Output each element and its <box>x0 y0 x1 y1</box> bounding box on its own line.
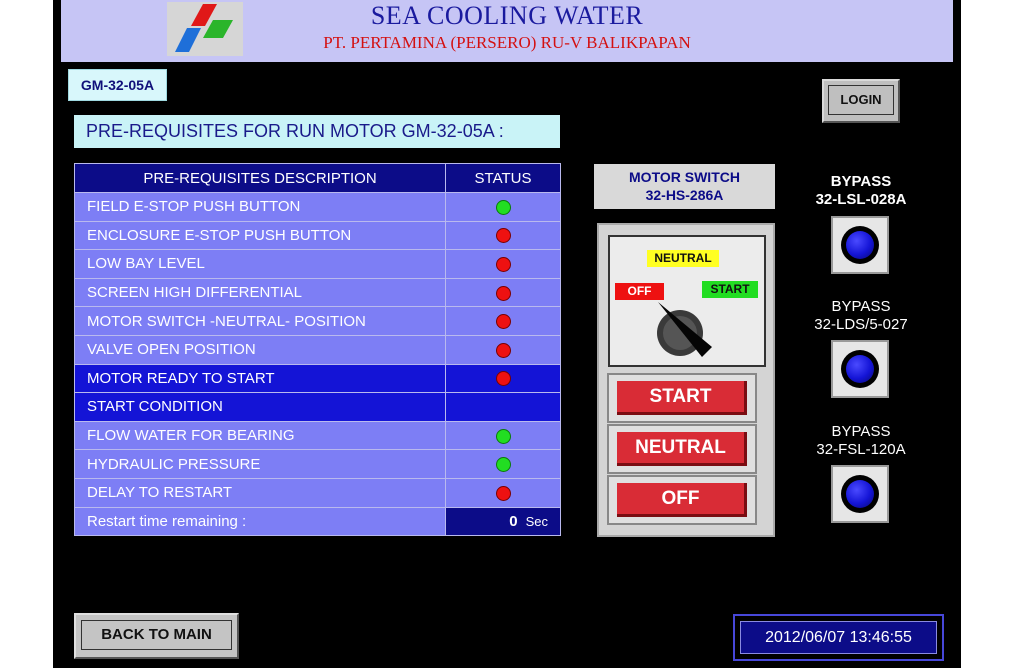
row-label: HYDRAULIC PRESSURE <box>74 449 446 479</box>
row-status <box>445 277 561 308</box>
neutral-position-label: NEUTRAL <box>647 250 719 267</box>
bypass-indicator-icon <box>841 475 879 513</box>
table-row: ENCLOSURE E-STOP PUSH BUTTON <box>74 220 561 251</box>
bypass-indicator-icon <box>841 226 879 264</box>
motor-switch-tag: 32-HS-286A <box>645 187 724 203</box>
status-indicator-icon <box>495 228 511 244</box>
status-header: STATUS <box>445 163 561 193</box>
hmi-screen: SEA COOLING WATER PT. PERTAMINA (PERSERO… <box>53 0 961 668</box>
description-header: PRE-REQUISITES DESCRIPTION <box>74 163 446 193</box>
timer-value: 0 <box>509 512 518 530</box>
row-label: FIELD E-STOP PUSH BUTTON <box>74 192 446 222</box>
bypass-title: BYPASS <box>831 423 891 440</box>
row-status <box>445 192 561 222</box>
row-label: SCREEN HIGH DIFFERENTIAL <box>74 277 446 308</box>
status-indicator-icon <box>495 257 511 273</box>
row-label: FLOW WATER FOR BEARING <box>74 420 446 451</box>
start-button-label: START <box>617 381 747 415</box>
status-indicator-icon <box>495 342 511 358</box>
bypass-tag: 32-LDS/5-027 <box>814 316 908 333</box>
bypass-title: BYPASS <box>830 173 892 190</box>
timer-unit: Sec <box>525 513 548 529</box>
page-subtitle: PT. PERTAMINA (PERSERO) RU-V BALIKPAPAN <box>323 33 691 52</box>
status-indicator-icon <box>495 199 511 215</box>
motor-switch-panel: NEUTRAL OFF START START NEUTRAL OFF <box>597 223 775 537</box>
motor-switch-title: MOTOR SWITCH <box>629 169 740 185</box>
equipment-tag: GM-32-05A <box>68 69 167 101</box>
table-row: START CONDITION <box>74 392 561 422</box>
row-label: DELAY TO RESTART <box>74 477 446 508</box>
back-button-label: BACK TO MAIN <box>81 620 232 650</box>
row-status <box>445 334 561 365</box>
table-row: MOTOR SWITCH -NEUTRAL- POSITION <box>74 306 561 336</box>
datetime-display: 2012/06/07 13:46:55 <box>733 614 944 661</box>
row-status <box>445 420 561 451</box>
login-button[interactable]: LOGIN <box>822 79 900 123</box>
row-label: START CONDITION <box>74 392 446 422</box>
status-indicator-icon <box>495 285 511 301</box>
table-row: SCREEN HIGH DIFFERENTIAL <box>74 277 561 308</box>
header-bar: SEA COOLING WATER PT. PERTAMINA (PERSERO… <box>61 0 953 62</box>
neutral-button-label: NEUTRAL <box>617 432 747 466</box>
timer-label: Restart time remaining : <box>74 506 446 537</box>
page-title: SEA COOLING WATER <box>370 1 644 30</box>
status-indicator-icon <box>495 485 511 501</box>
datetime-text: 2012/06/07 13:46:55 <box>740 621 937 654</box>
row-label: ENCLOSURE E-STOP PUSH BUTTON <box>74 220 446 251</box>
off-button-label: OFF <box>617 483 747 517</box>
start-button[interactable]: START <box>607 373 757 423</box>
bypass-lsl-button[interactable] <box>831 216 889 274</box>
bypass-fsl-label: BYPASS 32-FSL-120A <box>791 423 931 459</box>
bypass-lds-button[interactable] <box>831 340 889 398</box>
back-to-main-button[interactable]: BACK TO MAIN <box>74 613 239 659</box>
table-row: HYDRAULIC PRESSURE <box>74 449 561 479</box>
row-status <box>445 449 561 479</box>
timer-display: 0 Sec <box>445 506 561 537</box>
status-indicator-icon <box>495 457 511 473</box>
selector-knob-icon <box>657 302 712 357</box>
row-status <box>445 363 561 394</box>
table-header-row: PRE-REQUISITES DESCRIPTION STATUS <box>74 163 561 193</box>
table-row: FIELD E-STOP PUSH BUTTON <box>74 192 561 222</box>
row-status <box>445 477 561 508</box>
table-row: LOW BAY LEVEL <box>74 249 561 279</box>
table-row: MOTOR READY TO START <box>74 363 561 394</box>
row-label: MOTOR READY TO START <box>74 363 446 394</box>
prerequisites-title: PRE-REQUISITES FOR RUN MOTOR GM-32-05A : <box>74 115 560 148</box>
table-row: DELAY TO RESTART <box>74 477 561 508</box>
row-status <box>445 249 561 279</box>
selector-dial: NEUTRAL OFF START <box>608 235 766 367</box>
neutral-button[interactable]: NEUTRAL <box>607 424 757 474</box>
row-label: LOW BAY LEVEL <box>74 249 446 279</box>
row-status <box>445 306 561 336</box>
bypass-tag: 32-FSL-120A <box>816 441 906 458</box>
bypass-lsl-label: BYPASS 32-LSL-028A <box>791 173 931 209</box>
off-button[interactable]: OFF <box>607 475 757 525</box>
status-indicator-icon <box>495 428 511 444</box>
row-status <box>445 392 561 422</box>
bypass-tag: 32-LSL-028A <box>815 191 907 208</box>
login-button-label: LOGIN <box>828 85 894 115</box>
bypass-indicator-icon <box>841 350 879 388</box>
motor-switch-label: MOTOR SWITCH 32-HS-286A <box>594 164 775 209</box>
row-status <box>445 220 561 251</box>
bypass-fsl-button[interactable] <box>831 465 889 523</box>
row-label: VALVE OPEN POSITION <box>74 334 446 365</box>
bypass-lds-label: BYPASS 32-LDS/5-027 <box>791 298 931 334</box>
status-indicator-icon <box>495 314 511 330</box>
table-row: FLOW WATER FOR BEARING <box>74 420 561 451</box>
status-indicator-icon <box>495 371 511 387</box>
prerequisites-table: PRE-REQUISITES DESCRIPTION STATUS FIELD … <box>74 163 561 537</box>
row-label: MOTOR SWITCH -NEUTRAL- POSITION <box>74 306 446 336</box>
bypass-title: BYPASS <box>831 298 891 315</box>
table-row: VALVE OPEN POSITION <box>74 334 561 365</box>
timer-row: Restart time remaining : 0 Sec <box>74 506 561 537</box>
